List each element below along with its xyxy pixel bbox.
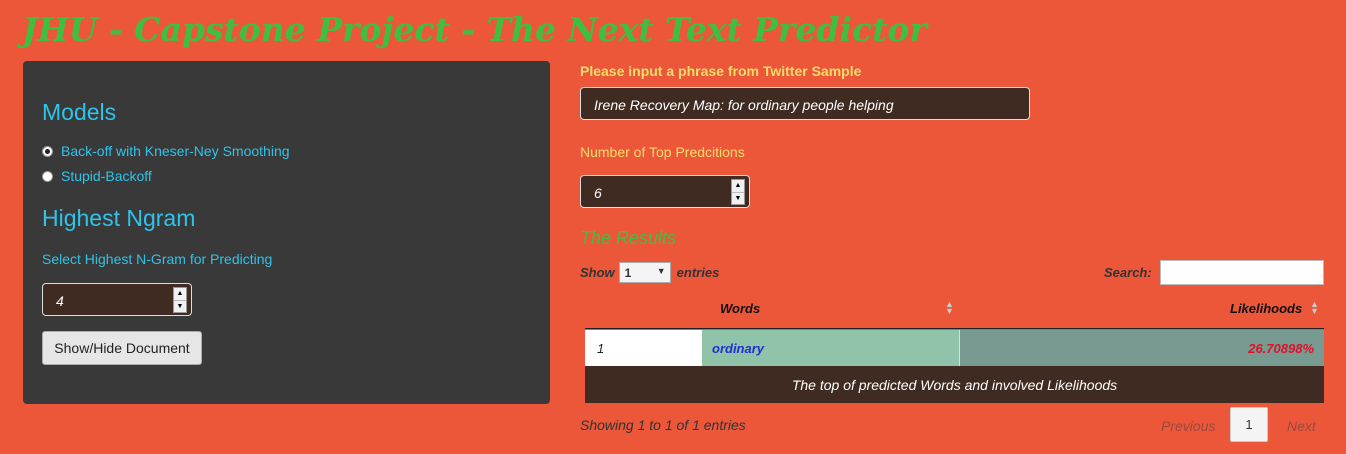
- table-header-divider: [585, 328, 1324, 329]
- ngram-label: Select Highest N-Gram for Predicting: [42, 251, 273, 267]
- table-row: 1 ordinary 26.70898%: [585, 330, 1324, 366]
- pagination-next[interactable]: Next: [1287, 418, 1316, 434]
- spinner-up-icon[interactable]: ▲: [732, 180, 744, 193]
- row-index: 1: [585, 330, 702, 366]
- spinner-down-icon[interactable]: ▼: [174, 301, 186, 313]
- radio-label: Back-off with Kneser-Ney Smoothing: [61, 143, 290, 159]
- row-word: ordinary: [702, 330, 959, 366]
- radio-button[interactable]: [42, 170, 53, 182]
- search-label: Search:: [1104, 265, 1152, 280]
- radio-stupid-backoff[interactable]: Stupid-Backoff: [42, 168, 152, 184]
- sidebar-panel: Models Back-off with Kneser-Ney Smoothin…: [23, 61, 550, 404]
- app-title: JHU - Capstone Project - The Next Text P…: [22, 10, 927, 49]
- radio-label: Stupid-Backoff: [61, 168, 152, 184]
- entries-label: entries: [676, 265, 720, 280]
- show-label: Show: [580, 265, 615, 280]
- sort-icon[interactable]: ▲ ▼: [1310, 300, 1319, 316]
- chevron-down-icon: ▼: [656, 266, 666, 276]
- spinner-up-icon[interactable]: ▲: [174, 288, 186, 301]
- top-predictions-value: 6: [594, 185, 602, 201]
- results-heading: The Results: [580, 228, 677, 248]
- ngram-value: 4: [56, 293, 64, 309]
- table-caption: The top of predicted Words and involved …: [585, 366, 1324, 403]
- ngram-number-input[interactable]: 4 ▲ ▼: [42, 283, 192, 316]
- sort-icon[interactable]: ▲ ▼: [945, 300, 954, 316]
- entries-value: 1: [624, 266, 632, 280]
- radio-button-checked[interactable]: [42, 145, 53, 157]
- top-predictions-spinner[interactable]: ▲ ▼: [731, 179, 745, 205]
- top-predictions-label: Number of Top Predcitions: [580, 144, 745, 160]
- models-heading: Models: [42, 99, 117, 125]
- phrase-label: Please input a phrase from Twitter Sampl…: [580, 63, 862, 79]
- show-entries-control: Show 1 ▼ entries: [580, 262, 719, 283]
- row-likelihood: 26.70898%: [959, 330, 1324, 366]
- spinner-down-icon[interactable]: ▼: [732, 193, 744, 205]
- phrase-value: Irene Recovery Map: for ordinary people …: [594, 97, 894, 113]
- ngram-spinner[interactable]: ▲ ▼: [173, 287, 187, 313]
- column-header-likelihoods[interactable]: Likelihoods: [1230, 301, 1302, 316]
- top-predictions-input[interactable]: 6 ▲ ▼: [580, 175, 750, 208]
- pagination-page-1[interactable]: 1: [1230, 407, 1268, 442]
- table-info: Showing 1 to 1 of 1 entries: [580, 417, 746, 433]
- show-hide-document-button[interactable]: Show/Hide Document: [42, 331, 202, 365]
- phrase-input[interactable]: Irene Recovery Map: for ordinary people …: [580, 87, 1030, 120]
- radio-kneser-ney[interactable]: Back-off with Kneser-Ney Smoothing: [42, 143, 290, 159]
- entries-select[interactable]: 1 ▼: [618, 262, 671, 283]
- column-header-words[interactable]: Words: [720, 301, 760, 316]
- ngram-heading: Highest Ngram: [42, 205, 196, 231]
- pagination-previous[interactable]: Previous: [1161, 418, 1215, 434]
- table-search: Search:: [1104, 260, 1324, 285]
- search-input[interactable]: [1159, 260, 1324, 285]
